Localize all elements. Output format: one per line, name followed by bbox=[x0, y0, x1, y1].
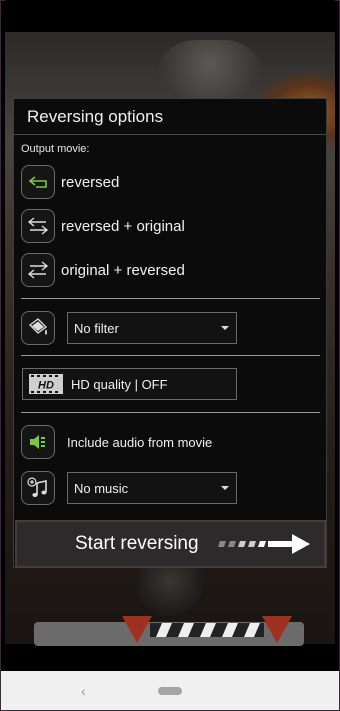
filter-select[interactable]: No filter bbox=[67, 312, 237, 344]
output-movie-label: Output movie: bbox=[21, 143, 90, 155]
option-reversed[interactable]: reversed bbox=[21, 165, 119, 199]
start-reversing-button[interactable]: Start reversing bbox=[15, 520, 326, 568]
music-select[interactable]: No music bbox=[67, 472, 237, 504]
hd-quality-label: HD quality | OFF bbox=[71, 376, 168, 392]
paint-bucket-icon[interactable] bbox=[21, 311, 55, 345]
divider bbox=[21, 355, 320, 356]
home-pill[interactable] bbox=[158, 687, 182, 695]
title-divider bbox=[14, 134, 326, 135]
music-row bbox=[21, 471, 55, 505]
chevron-down-icon bbox=[221, 486, 229, 490]
hd-quality-toggle[interactable]: HD HD quality | OFF bbox=[22, 368, 237, 400]
start-reversing-label: Start reversing bbox=[75, 533, 199, 554]
status-bar bbox=[5, 0, 335, 32]
clapper-icon bbox=[122, 616, 292, 643]
reverse-arrow-icon bbox=[21, 165, 55, 199]
audio-row[interactable] bbox=[21, 425, 55, 459]
system-nav-bar: ‹ bbox=[1, 671, 339, 710]
reversing-options-dialog: Reversing options Output movie: reversed… bbox=[13, 98, 327, 568]
filter-row bbox=[21, 311, 55, 345]
original-reverse-icon bbox=[21, 253, 55, 287]
back-icon[interactable]: ‹ bbox=[81, 683, 86, 699]
divider bbox=[21, 298, 320, 299]
divider bbox=[21, 412, 320, 413]
music-add-icon[interactable] bbox=[21, 471, 55, 505]
dialog-title: Reversing options bbox=[27, 107, 164, 126]
filter-select-value: No filter bbox=[74, 320, 119, 336]
option-original-reversed-label: original + reversed bbox=[61, 261, 185, 279]
speaker-icon bbox=[21, 425, 55, 459]
option-reversed-original-label: reversed + original bbox=[61, 217, 185, 235]
hd-film-icon: HD bbox=[29, 374, 63, 394]
option-reversed-label: reversed bbox=[61, 173, 120, 191]
hd-icon-text: HD bbox=[38, 380, 54, 392]
chevron-down-icon bbox=[221, 326, 229, 330]
option-reversed-original[interactable]: reversed + original bbox=[21, 209, 185, 243]
option-original-reversed[interactable]: original + reversed bbox=[21, 253, 185, 287]
arrow-right-icon bbox=[218, 534, 310, 554]
include-audio-label: Include audio from movie bbox=[67, 435, 213, 450]
music-select-value: No music bbox=[74, 480, 129, 496]
reverse-original-icon bbox=[21, 209, 55, 243]
